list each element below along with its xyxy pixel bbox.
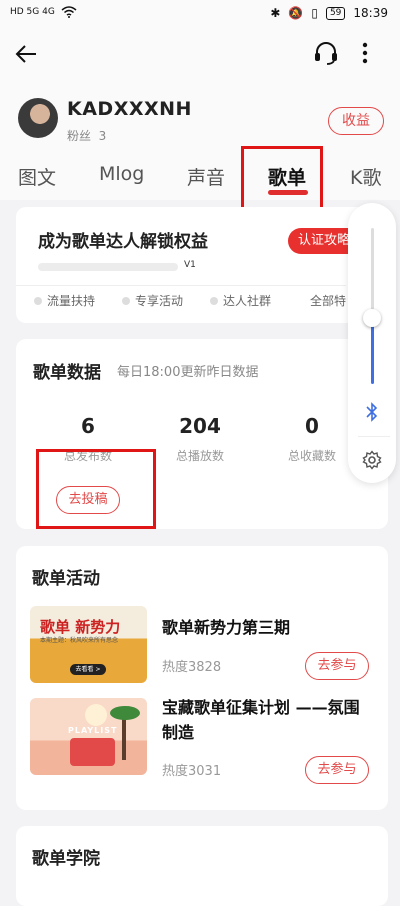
tab-audio[interactable]: 声音 (187, 163, 225, 190)
level-progress-bar (38, 263, 178, 271)
stat-favorites-label: 总收藏数 (287, 449, 336, 463)
status-signal: HD 5G 4G (10, 6, 77, 18)
volume-slider-handle[interactable] (363, 309, 381, 327)
bluetooth-status-icon: ✱ (270, 6, 281, 20)
tab-mlog[interactable]: Mlog (99, 163, 144, 185)
fans-count: 粉丝 3 (67, 127, 106, 144)
data-card-subtitle: 每日18:00更新昨日数据 (117, 365, 259, 380)
join-button-2[interactable]: 去参与 (305, 756, 369, 784)
academy-title: 歌单学院 (32, 849, 100, 869)
activities-title: 歌单活动 (32, 569, 100, 589)
thumb-subtitle: 本期主题：秋风吹来所有思念 (40, 637, 119, 644)
promo-title: 成为歌单达人解锁权益 (38, 232, 208, 252)
community-icon (210, 296, 218, 305)
annotation-box-tab (241, 146, 323, 213)
avatar[interactable] (18, 98, 58, 138)
fans-value: 3 (98, 129, 107, 143)
status-bar: HD 5G 4G ✱ 🔕 ▯ 59 18:39 (0, 0, 400, 30)
tab-graphics[interactable]: 图文 (18, 163, 56, 190)
events-icon (122, 296, 130, 305)
volume-track[interactable] (371, 228, 374, 318)
activity-heat-1: 热度3828 (162, 660, 222, 675)
feature-community[interactable]: 达人社群 (210, 292, 271, 309)
annotation-box-submit (36, 449, 156, 529)
divider (16, 285, 346, 286)
clock: 18:39 (353, 6, 388, 20)
username: KADXXXNH (67, 98, 192, 120)
stat-published-value: 6 (81, 414, 95, 438)
stat-plays-label: 总播放数 (175, 449, 224, 463)
activity-title-1[interactable]: 歌单新势力第三期 (162, 615, 362, 640)
vibrate-icon: ▯ (311, 6, 318, 20)
feature-label: 专享活动 (135, 294, 184, 308)
wifi-icon (61, 6, 77, 18)
stat-plays-value: 204 (179, 414, 221, 438)
volume-fill (371, 318, 374, 384)
status-right: ✱ 🔕 ▯ 59 18:39 (270, 6, 388, 20)
activity-thumbnail-2[interactable]: PLAYLIST (30, 698, 147, 775)
feature-all[interactable]: 全部特 (310, 292, 346, 309)
tab-karaoke[interactable]: K歌 (350, 163, 381, 190)
bluetooth-icon[interactable] (364, 402, 380, 426)
back-arrow-icon[interactable] (14, 42, 38, 70)
traffic-icon (34, 296, 42, 305)
fans-label: 粉丝 (67, 129, 92, 143)
activity-title-2[interactable]: 宝藏歌单征集计划 ——氛围制造 (162, 695, 374, 745)
feature-label: 流量扶持 (47, 294, 96, 308)
feature-label: 达人社群 (223, 294, 272, 308)
thumb-title: 歌单 新势力 (40, 618, 121, 636)
activity-thumbnail-1[interactable]: 歌单 新势力 本期主题：秋风吹来所有思念 去看看 > (30, 606, 147, 683)
join-button-1[interactable]: 去参与 (305, 652, 369, 680)
level-label: V1 (184, 260, 196, 270)
more-vertical-icon[interactable] (362, 40, 368, 66)
mute-icon: 🔕 (288, 6, 304, 20)
palm-leaves (110, 706, 140, 720)
stat-favorites-value: 0 (305, 414, 319, 438)
network-indicator: HD 5G 4G (10, 7, 55, 17)
panel-divider (358, 436, 390, 437)
headset-icon[interactable] (313, 40, 339, 66)
battery-indicator: 59 (325, 6, 346, 20)
feature-label: 全部特 (310, 294, 347, 308)
thumb-button: 去看看 > (70, 664, 106, 675)
data-card-title: 歌单数据 (33, 363, 101, 383)
gear-icon[interactable] (362, 450, 382, 474)
earnings-button[interactable]: 收益 (328, 107, 384, 135)
sun-shape (85, 704, 107, 726)
thumb-title: PLAYLIST (68, 726, 118, 735)
house-shape (70, 738, 115, 766)
feature-events[interactable]: 专享活动 (122, 292, 183, 309)
feature-traffic[interactable]: 流量扶持 (34, 292, 95, 309)
activity-heat-2: 热度3031 (162, 764, 222, 779)
